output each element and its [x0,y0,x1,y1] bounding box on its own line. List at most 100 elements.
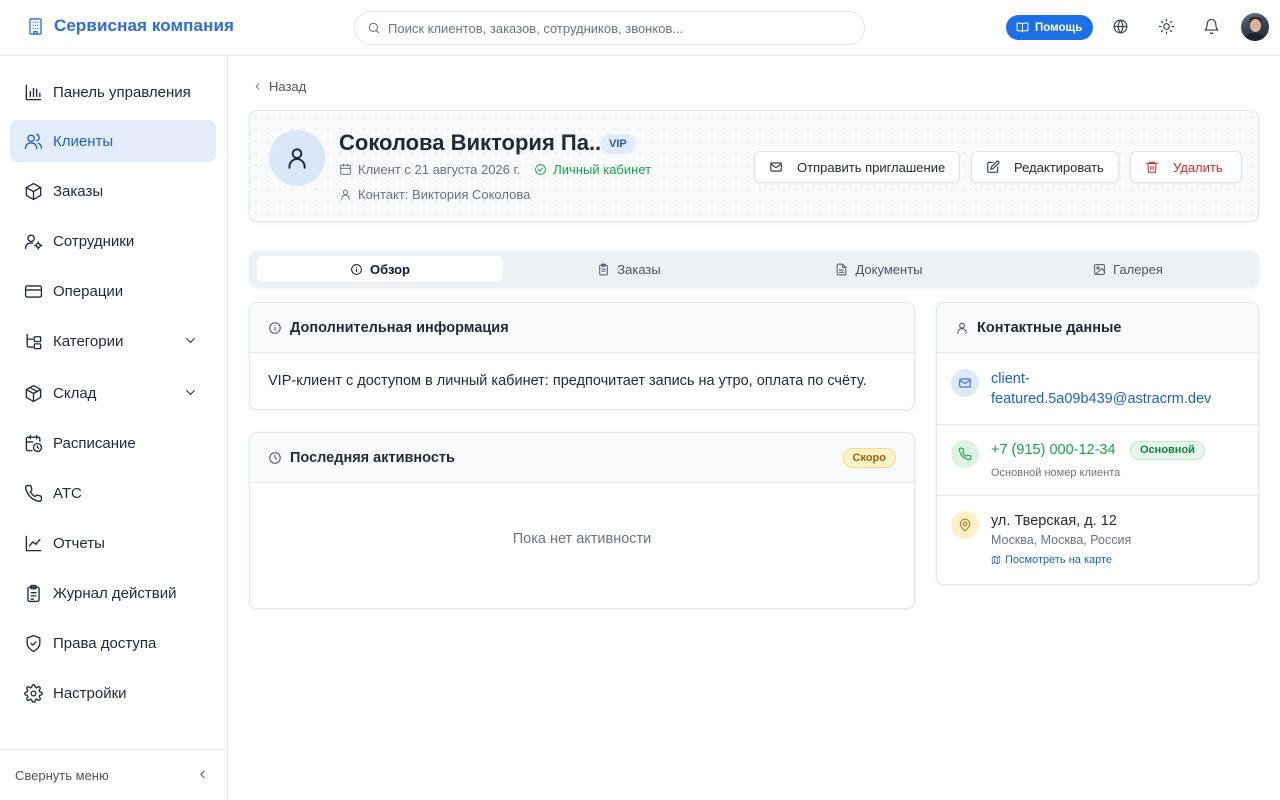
chevron-left-icon [196,768,209,781]
collapse-menu-button[interactable]: Свернуть меню [0,749,227,800]
sidebar-item-employees[interactable]: Сотрудники [10,220,216,262]
chevron-down-icon[interactable] [183,333,198,348]
user-avatar[interactable] [1241,13,1269,41]
client-contact: Контакт: Виктория Соколова [339,187,530,202]
send-invite-button[interactable]: Отправить приглашение [754,151,961,183]
back-label: Назад [269,79,307,94]
info-icon [268,321,290,335]
card-title: Контактные данные [977,319,1122,336]
sidebar-item-label: Настройки [53,684,127,702]
email-link[interactable]: client- featured.5a09b439@astracrm.dev [991,369,1211,409]
recent-activity-card: Последняя активность Скоро Пока нет акти… [249,432,915,609]
sidebar-item-clients[interactable]: Клиенты [10,120,216,162]
sidebar-item-label: Сотрудники [53,232,135,250]
vip-badge: VIP [600,134,636,154]
users-icon [24,132,53,151]
edit-button[interactable]: Редактировать [971,151,1119,183]
chevron-left-icon [252,81,263,92]
edit-label: Редактировать [1014,159,1104,175]
global-search[interactable] [354,11,865,45]
tab-overview[interactable]: Обзор [257,256,503,282]
sidebar-item-warehouse[interactable]: Склад [10,372,216,414]
clipboard-icon [24,584,53,603]
box-icon [24,182,53,201]
sidebar-item-schedule[interactable]: Расписание [10,422,216,464]
contact-name: Контакт: Виктория Соколова [358,187,531,202]
sidebar-item-label: Категории [53,332,124,350]
sidebar-item-label: Клиенты [53,132,114,150]
tab-label: Документы [855,261,923,277]
user-icon [955,321,977,335]
line-chart-icon [24,534,53,553]
phone-row: +7 (915) 000-12-34 Основной Основной ном… [937,425,1258,496]
mail-icon [769,160,797,174]
bell-icon[interactable] [1203,18,1220,35]
send-invite-label: Отправить приглашение [797,159,946,175]
sidebar-item-settings[interactable]: Настройки [10,672,216,714]
brand[interactable]: Сервисная компания [26,16,234,36]
email-line-2: featured.5a09b439@astracrm.dev [991,391,1212,407]
search-icon [367,21,381,35]
building-icon [26,17,45,36]
sidebar-item-label: Операции [53,282,124,300]
calendar-icon [339,163,358,176]
phone-note: Основной номер клиента [991,467,1121,479]
address-row: ул. Тверская, д. 12 Москва, Москва, Росс… [937,496,1258,584]
package-icon [24,384,53,403]
tab-documents[interactable]: Документы [756,256,1002,282]
card-header: Дополнительная информация [250,303,914,353]
check-circle-icon [534,163,553,176]
document-icon [835,263,848,276]
view-on-map-link[interactable]: Посмотреть на карте [991,554,1112,566]
edit-icon [986,160,1014,174]
cabinet-label: Личный кабинет [553,162,652,177]
additional-info-card: Дополнительная информация VIP-клиент с д… [249,302,915,410]
sidebar-item-label: Заказы [53,182,104,200]
phone-link[interactable]: +7 (915) 000-12-34 [991,442,1116,458]
sidebar-item-access-rights[interactable]: Права доступа [10,622,216,664]
user-icon [339,188,358,201]
collapse-menu-label: Свернуть меню [15,767,109,783]
search-input[interactable] [388,20,848,36]
user-icon [284,145,310,171]
sidebar-item-pbx[interactable]: АТС [10,472,216,514]
card-title: Последняя активность [290,449,455,466]
sidebar-item-label: Отчеты [53,534,105,552]
tab-label: Обзор [370,261,410,277]
sidebar-item-audit-log[interactable]: Журнал действий [10,572,216,614]
view-on-map-label: Посмотреть на карте [1005,554,1113,566]
sidebar-item-dashboard[interactable]: Панель управления [10,71,216,113]
email-line-1: client- [991,371,1030,387]
tab-gallery[interactable]: Галерея [1005,256,1251,282]
info-icon [350,263,363,276]
client-meta: Клиент с 21 августа 2026 г. Личный кабин… [339,162,651,177]
address-street: ул. Тверская, д. 12 [991,513,1117,529]
tab-orders[interactable]: Заказы [506,256,752,282]
client-profile-card: Соколова Виктория Па... VIP Клиент с 21 … [249,110,1259,222]
client-name: Соколова Виктория Па... [339,130,608,155]
globe-icon[interactable] [1112,18,1129,35]
sidebar-item-label: Расписание [53,434,136,452]
sun-icon[interactable] [1158,18,1175,35]
map-pin-icon [951,511,979,539]
sidebar-item-label: Склад [53,384,97,402]
help-button[interactable]: Помощь [1006,15,1094,40]
delete-button[interactable]: Удалить [1130,151,1242,183]
sidebar-item-categories[interactable]: Категории [10,320,216,362]
back-link[interactable]: Назад [252,79,306,94]
trash-icon [1145,160,1173,174]
sidebar-item-operations[interactable]: Операции [10,270,216,312]
bar-chart-icon [24,83,53,102]
email-row: client- featured.5a09b439@astracrm.dev [937,354,1258,425]
phone-icon [24,484,53,503]
chevron-down-icon[interactable] [183,385,198,400]
sidebar-item-reports[interactable]: Отчеты [10,522,216,564]
coming-soon-badge: Скоро [842,448,896,468]
user-gear-icon [24,232,53,251]
map-icon [991,555,1001,565]
sidebar-item-orders[interactable]: Заказы [10,170,216,212]
sidebar-item-label: Панель управления [53,83,191,101]
help-label: Помощь [1035,21,1083,34]
tree-icon [24,332,53,351]
gear-icon [24,683,53,703]
